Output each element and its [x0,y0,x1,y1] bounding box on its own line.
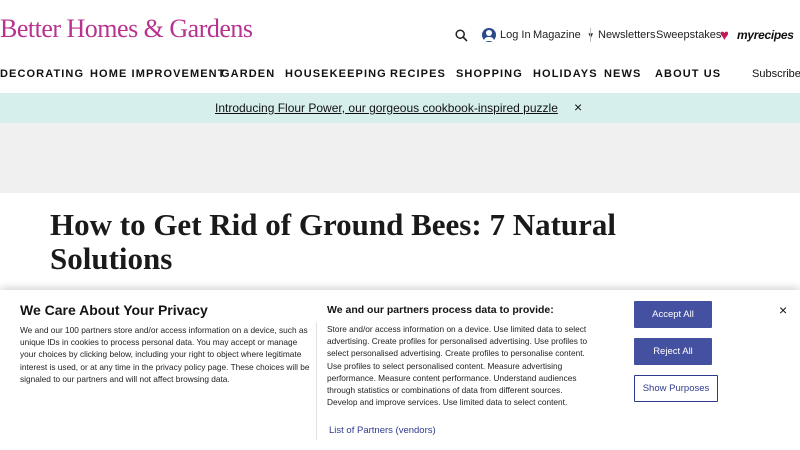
header-divider [590,28,591,42]
subscribe-link[interactable]: Subscribe [752,68,800,80]
nav-item-holidays[interactable]: HOLIDAYS [533,68,598,80]
consent-close-button[interactable]: × [779,302,787,318]
nav-item-decorating[interactable]: DECORATING [0,68,84,80]
ad-slot [0,123,800,193]
article-title: How to Get Rid of Ground Bees: 7 Natural… [50,207,617,276]
promo-link[interactable]: Introducing Flour Power, our gorgeous co… [215,101,558,115]
heart-icon: ♥ [720,26,729,44]
magazine-dropdown[interactable]: Magazine ▼ [533,26,595,44]
consent-title: We Care About Your Privacy [20,302,208,318]
newsletters-link[interactable]: Newsletters [598,26,655,44]
purposes-description: Store and/or access information on a dev… [327,324,588,408]
search-button[interactable] [455,26,471,44]
site-header: Better Homes & Gardens Log In Magazine ▼… [0,0,800,58]
consent-divider [316,322,317,440]
consent-description: We and our 100 partners store and/or acc… [20,325,310,384]
reject-all-button[interactable]: Reject All [634,338,712,365]
close-icon: × [779,302,788,318]
main-nav: DECORATING HOME IMPROVEMENT GARDEN HOUSE… [0,58,800,92]
login-link[interactable]: Log In [482,26,531,44]
partners-list-link[interactable]: List of Partners (vendors) [329,425,436,436]
privacy-consent-panel: We Care About Your Privacy We and our 10… [0,290,800,450]
login-label: Log In [500,29,531,41]
nav-item-shopping[interactable]: SHOPPING [456,68,523,80]
accept-all-button[interactable]: Accept All [634,301,712,328]
nav-item-home-improvement[interactable]: HOME IMPROVEMENT [90,68,226,80]
nav-item-news[interactable]: NEWS [604,68,641,80]
user-icon [482,28,496,42]
search-icon [455,28,468,42]
site-logo[interactable]: Better Homes & Gardens [0,14,253,44]
nav-item-garden[interactable]: GARDEN [221,68,275,80]
nav-item-about-us[interactable]: ABOUT US [655,68,721,80]
nav-item-recipes[interactable]: RECIPES [390,68,446,80]
magazine-label: Magazine [533,29,581,41]
close-icon: × [574,99,583,115]
promo-close-button[interactable]: × [574,99,582,115]
promo-banner: Introducing Flour Power, our gorgeous co… [0,93,800,123]
show-purposes-button[interactable]: Show Purposes [634,375,718,402]
purposes-title: We and our partners process data to prov… [327,304,554,316]
partner-logo-link[interactable]: myrecipes [737,26,794,44]
sweepstakes-link[interactable]: Sweepstakes [656,26,721,44]
nav-item-housekeeping[interactable]: HOUSEKEEPING [285,68,387,80]
